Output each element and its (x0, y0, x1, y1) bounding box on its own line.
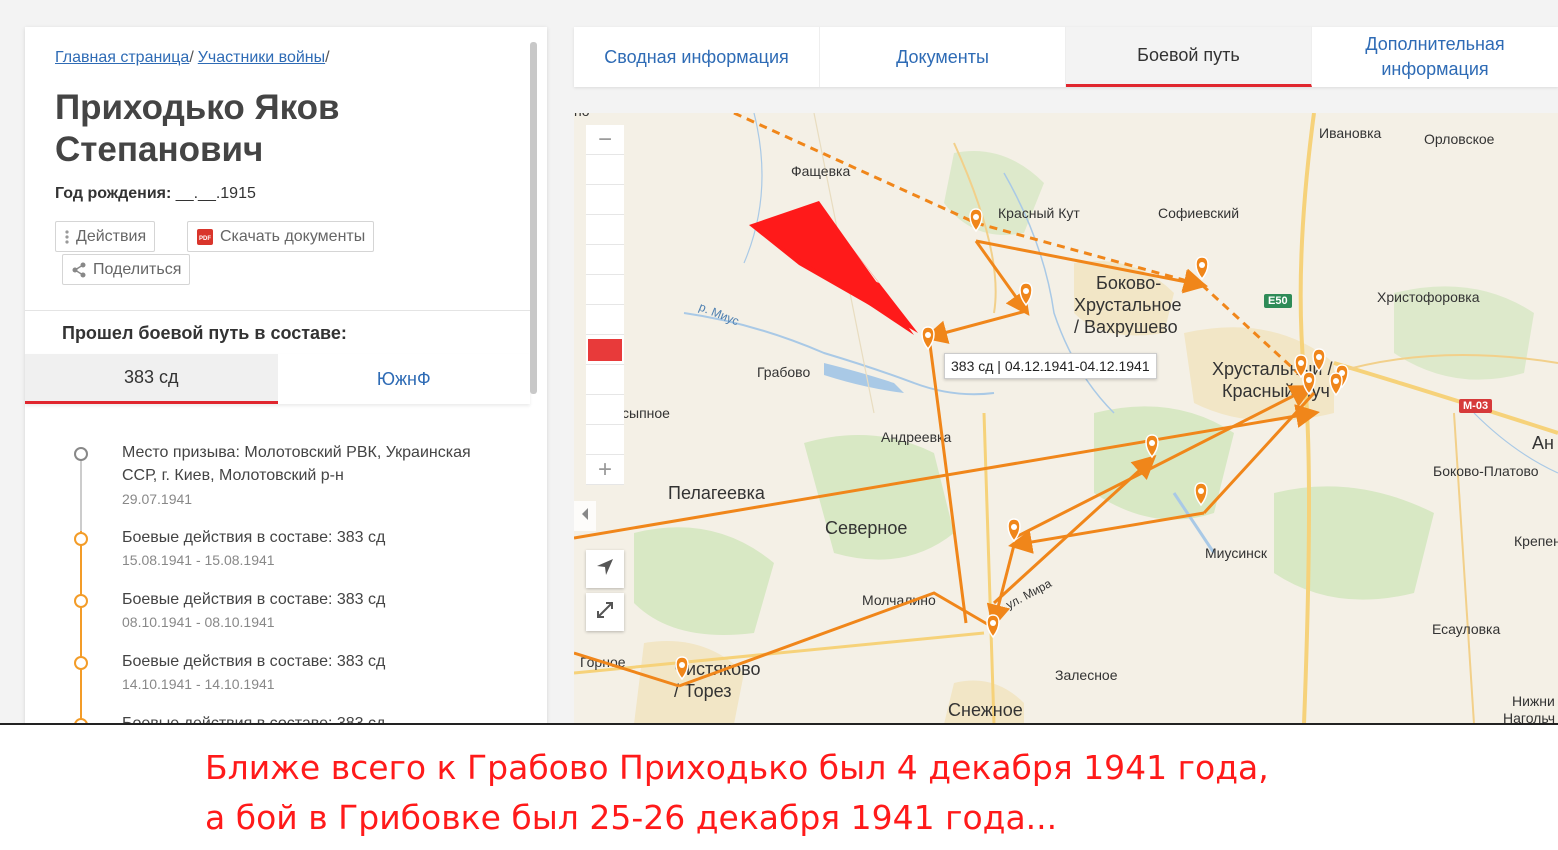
zoom-out-button[interactable]: − (586, 125, 624, 155)
map-marker (921, 326, 935, 351)
route-segment (574, 404, 1320, 540)
zoom-level-step[interactable] (586, 215, 624, 245)
timeline-item-title: Боевые действия в составе: 383 сд (122, 529, 386, 546)
map-marker (1019, 282, 1033, 307)
unit-tab-383[interactable]: 383 сд (25, 354, 278, 404)
timeline-item-date: 29.07.1941 (122, 491, 193, 507)
map-marker (1329, 372, 1343, 397)
collapse-panel-button[interactable] (574, 501, 596, 531)
route-segment (986, 544, 1016, 629)
timeline-dot (74, 656, 88, 670)
chevron-left-icon (580, 507, 590, 526)
actions-button-label: Действия (76, 227, 147, 245)
timeline-line (80, 455, 82, 531)
timeline-item-title: Место призыва: Молотовский РВК, Украинск… (122, 444, 471, 484)
unit-tab-yuzhnf[interactable]: ЮжнФ (277, 354, 530, 404)
breadcrumb-separator: / (325, 49, 330, 66)
route-markers (675, 208, 1349, 681)
zoom-level-step[interactable] (586, 185, 624, 215)
share-icon (71, 262, 87, 278)
annotation-caption: Ближе всего к Грабово Приходько был 4 де… (205, 743, 1269, 843)
pdf-icon: PDF (196, 228, 214, 246)
combat-route-overlay (574, 113, 1349, 688)
info-tabs: Сводная информация Документы Боевой путь… (574, 27, 1558, 87)
navigation-arrow-icon (595, 557, 615, 582)
zoom-slider-handle[interactable] (586, 335, 624, 365)
annotation-arrow (749, 201, 914, 335)
birth-year-label: Год рождения: (55, 185, 172, 202)
timeline-dot (74, 594, 88, 608)
timeline-dot (74, 447, 88, 461)
route-segment (1013, 385, 1315, 540)
timeline-dot (74, 532, 88, 546)
route-segment (678, 591, 995, 688)
share-button-label: Поделиться (93, 260, 182, 278)
zoom-level-step[interactable] (586, 425, 624, 455)
map-marker (986, 614, 1000, 639)
caption-line: Ближе всего к Грабово Приходько был 4 де… (205, 748, 1269, 787)
caption-divider (0, 723, 1558, 725)
caption-line: а бой в Грибовке был 25-26 декабря 1941 … (205, 798, 1058, 837)
timeline-item-date: 08.10.1941 - 08.10.1941 (122, 614, 275, 630)
route-segment (923, 309, 1027, 344)
panel-scrollbar[interactable] (530, 42, 537, 394)
map-marker (1007, 518, 1021, 543)
download-documents-button[interactable]: PDF Скачать документы (187, 221, 375, 252)
route-segment (975, 239, 1208, 294)
timeline-line (80, 531, 82, 724)
fullscreen-button[interactable] (586, 593, 624, 631)
map-marker (1312, 348, 1326, 373)
tab-additional-info[interactable]: Дополнительная информация (1312, 27, 1558, 87)
route-segment (574, 651, 680, 688)
timeline-item-title: Боевые действия в составе: 383 сд (122, 591, 386, 608)
tab-summary[interactable]: Сводная информация (574, 27, 820, 87)
zoom-handle-bar (588, 338, 622, 361)
person-panel: Главная страница/Участники войны/ Приход… (25, 27, 547, 724)
map-marker (1145, 434, 1159, 459)
page-title: Приходько Яков Степанович (55, 88, 340, 169)
birth-year-value: __.__.1915 (175, 185, 256, 202)
marker-tooltip: 383 сд | 04.12.1941-04.12.1941 (944, 353, 1157, 379)
route-segment (975, 221, 1208, 292)
zoom-level-step[interactable] (586, 275, 624, 305)
download-documents-label: Скачать документы (220, 227, 366, 245)
unit-tabs: 383 сд ЮжнФ (25, 354, 530, 404)
breadcrumb-home-link[interactable]: Главная страница (55, 49, 189, 66)
birth-year: Год рождения: __.__.1915 (55, 185, 256, 203)
zoom-level-step[interactable] (586, 305, 624, 335)
timeline-item-title: Боевые действия в составе: 383 сд (122, 653, 386, 670)
breadcrumb: Главная страница/Участники войны/ (55, 49, 334, 67)
map-marker (1195, 256, 1209, 281)
tab-documents[interactable]: Документы (820, 27, 1066, 87)
zoom-level-step[interactable] (586, 365, 624, 395)
map-marker (969, 208, 983, 233)
zoom-level-step[interactable] (586, 245, 624, 275)
breadcrumb-participants-link[interactable]: Участники войны (198, 49, 325, 66)
tab-combat-path[interactable]: Боевой путь (1066, 27, 1312, 87)
vertical-dots-icon (64, 229, 70, 245)
map-marker (675, 656, 689, 681)
actions-button[interactable]: Действия (55, 221, 156, 252)
combat-path-map[interactable]: но Ивановка Орловское Фащевка Красный Ку… (574, 113, 1558, 724)
route-segment (974, 240, 1030, 316)
route-segment (1200, 283, 1311, 385)
geolocate-button[interactable] (586, 550, 624, 588)
route-segment (1202, 391, 1316, 515)
expand-icon (595, 600, 615, 625)
route-segment (733, 113, 977, 225)
combat-path-heading: Прошел боевой путь в составе: (25, 310, 530, 354)
share-button[interactable]: Поделиться (62, 254, 191, 285)
timeline-item-date: 14.10.1941 - 14.10.1941 (122, 676, 275, 692)
screenshot: Главная страница/Участники войны/ Приход… (0, 0, 1558, 724)
map-marker (1194, 482, 1208, 507)
route-segment (1008, 511, 1205, 554)
timeline-item-date: 15.08.1941 - 15.08.1941 (122, 552, 275, 568)
breadcrumb-separator: / (189, 49, 194, 66)
zoom-in-button[interactable]: + (586, 455, 624, 485)
zoom-level-step[interactable] (586, 155, 624, 185)
route-segment (927, 336, 968, 624)
zoom-control: − + (586, 125, 624, 485)
zoom-level-step[interactable] (586, 395, 624, 425)
svg-text:PDF: PDF (199, 236, 211, 242)
